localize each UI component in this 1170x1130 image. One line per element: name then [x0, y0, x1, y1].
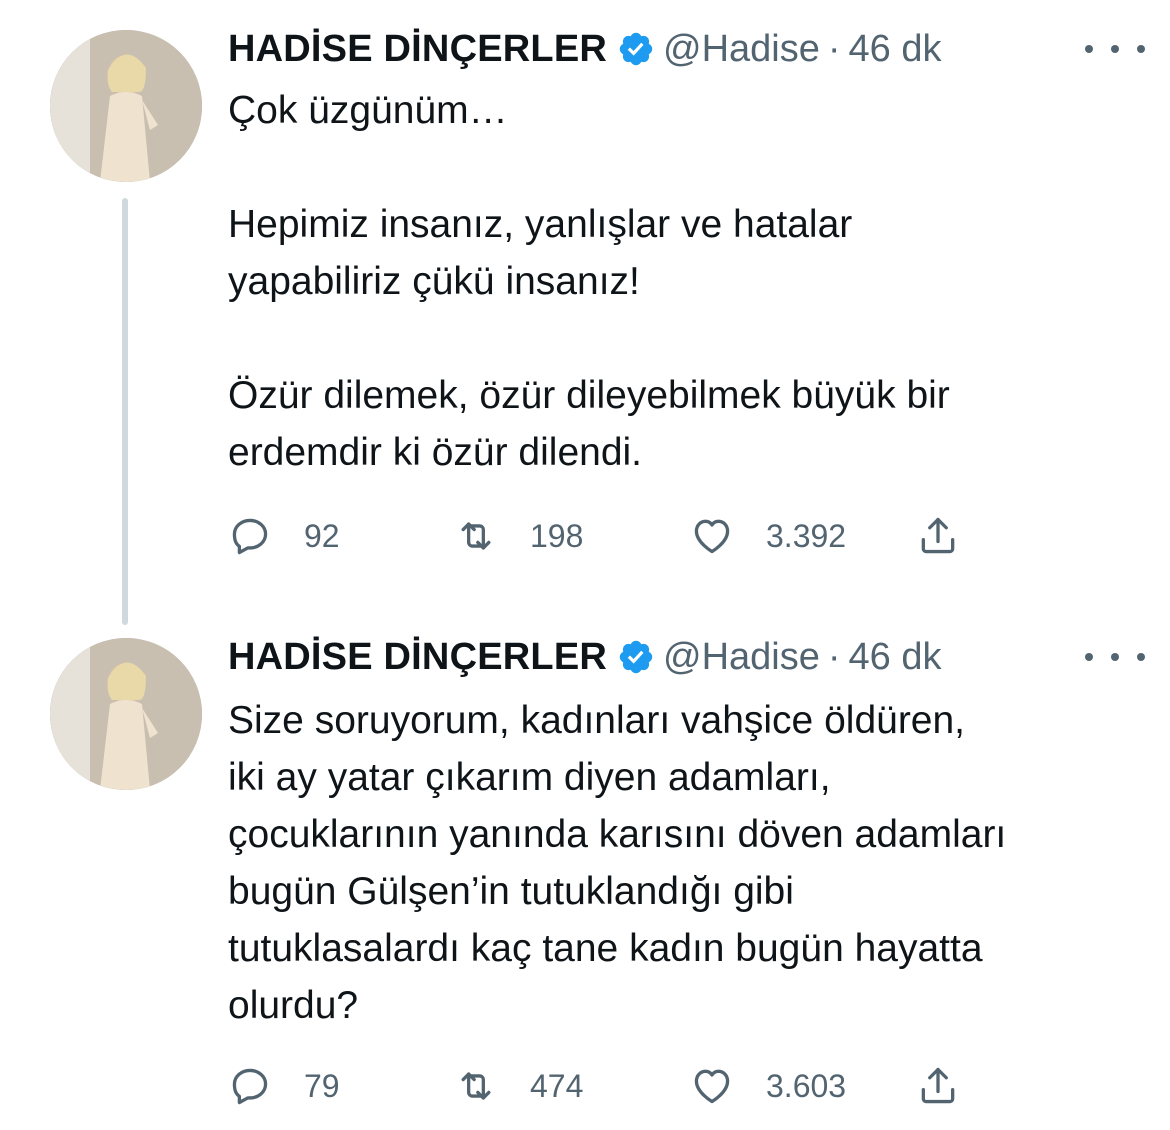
separator-dot: ·: [827, 635, 841, 678]
reply-button[interactable]: 79: [228, 1058, 340, 1114]
share-button[interactable]: [916, 1058, 960, 1114]
reply-count: 79: [304, 1067, 340, 1104]
share-icon: [921, 517, 955, 554]
like-icon: [694, 519, 730, 554]
retweet-button[interactable]: 474: [454, 1058, 583, 1114]
like-button[interactable]: 3.603: [690, 1058, 846, 1114]
tweet-text: Çok üzgünüm… Hepimiz insanız, yanlışlar …: [228, 89, 950, 474]
more-icon[interactable]: [1085, 642, 1145, 672]
more-icon[interactable]: [1085, 34, 1145, 64]
retweet-count: 474: [530, 1067, 584, 1104]
separator-dot: ·: [827, 27, 841, 70]
author-handle[interactable]: @Hadise: [663, 636, 820, 679]
like-icon: [694, 1069, 730, 1104]
retweet-icon: [461, 1072, 491, 1100]
tweet-timestamp[interactable]: 46 dk: [849, 28, 942, 71]
reply-count: 92: [304, 517, 340, 554]
thread-connector-line: [122, 198, 128, 625]
verified-badge-icon: [617, 638, 655, 676]
verified-badge-icon: [617, 30, 655, 68]
like-count: 3.603: [766, 1067, 847, 1104]
tweet-actions: 79 474 3.603: [228, 1058, 988, 1114]
share-button[interactable]: [916, 508, 960, 564]
reply-icon: [232, 1068, 268, 1105]
avatar[interactable]: [50, 638, 202, 790]
retweet-icon: [461, 522, 491, 550]
like-count: 3.392: [766, 517, 847, 554]
tweet-header: HADİSE DİNÇERLER @Hadise · 46 dk: [228, 24, 942, 74]
avatar[interactable]: [50, 30, 202, 182]
tweet-1[interactable]: HADİSE DİNÇERLER @Hadise · 46 dk Çok üzg…: [0, 0, 1170, 630]
share-icon: [921, 1067, 955, 1104]
avatar-photo: [50, 638, 202, 790]
tweet-text: Size soruyorum, kadınları vahşice öldüre…: [228, 699, 1007, 1027]
retweet-button[interactable]: 198: [454, 508, 583, 564]
avatar-photo: [50, 30, 202, 182]
tweet-actions: 92 198 3.392: [228, 508, 988, 564]
like-button[interactable]: 3.392: [690, 508, 846, 564]
author-name[interactable]: HADİSE DİNÇERLER: [228, 636, 607, 679]
tweet-timestamp[interactable]: 46 dk: [849, 636, 942, 679]
reply-button[interactable]: 92: [228, 508, 340, 564]
tweet-2[interactable]: HADİSE DİNÇERLER @Hadise · 46 dk Size so…: [0, 630, 1170, 1130]
author-handle[interactable]: @Hadise: [663, 28, 820, 71]
retweet-count: 198: [530, 517, 584, 554]
tweet-header: HADİSE DİNÇERLER @Hadise · 46 dk: [228, 632, 942, 682]
author-name[interactable]: HADİSE DİNÇERLER: [228, 28, 607, 71]
reply-icon: [232, 518, 268, 555]
